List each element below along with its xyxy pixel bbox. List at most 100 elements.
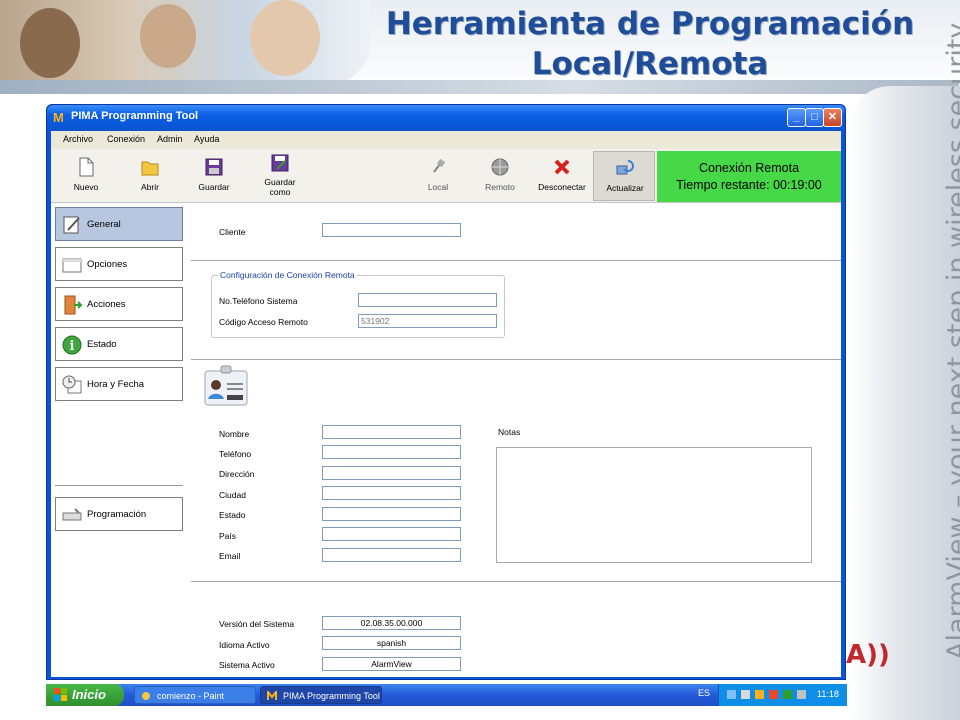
sistema-label: Sistema Activo — [219, 660, 275, 670]
notas-label: Notas — [498, 427, 521, 437]
notas-textarea[interactable] — [496, 447, 812, 563]
connection-status-panel: Conexión Remota Tiempo restante: 00:19:0… — [657, 151, 841, 202]
notebook-pen-icon — [63, 216, 80, 234]
telefono-sistema-input[interactable] — [358, 293, 497, 307]
guardar-button[interactable]: Guardar — [183, 151, 245, 201]
telefono-input[interactable] — [322, 445, 461, 459]
maximize-button[interactable]: □ — [805, 108, 824, 127]
disconnect-icon — [554, 159, 570, 175]
start-button[interactable]: Inicio — [46, 684, 124, 706]
toolbar: Nuevo Abrir Guardar Guardar como Local R… — [51, 149, 841, 203]
desconectar-button[interactable]: Desconectar — [531, 151, 593, 201]
pima-app-icon — [267, 691, 277, 700]
banner-photo — [0, 0, 370, 84]
ciudad-label: Ciudad — [219, 490, 246, 500]
telefono-label: Teléfono — [219, 449, 252, 459]
sistema-value: AlarmView — [322, 657, 461, 671]
start-label: Inicio — [72, 687, 106, 702]
nombre-label: Nombre — [219, 429, 250, 439]
window-titlebar[interactable]: M PIMA Programming Tool _ □ ✕ — [47, 105, 845, 131]
person-photo — [140, 4, 196, 68]
abrir-label: Abrir — [141, 182, 159, 192]
volume-icon[interactable] — [741, 690, 750, 699]
nav-acciones[interactable]: Acciones — [55, 287, 183, 321]
menu-ayuda[interactable]: Ayuda — [194, 134, 219, 144]
section-nav: General Opciones Acciones i Estado Hora … — [51, 203, 192, 677]
idioma-value: spanish — [322, 636, 461, 650]
guardar-como-button[interactable]: Guardar como — [249, 151, 311, 201]
local-button[interactable]: Local — [407, 151, 469, 201]
nav-estado-label: Estado — [87, 339, 117, 350]
menu-admin[interactable]: Admin — [157, 134, 183, 144]
cliente-input[interactable] — [322, 223, 461, 237]
section-divider — [191, 260, 841, 261]
tray-app-icon[interactable] — [755, 690, 764, 699]
brand-logo-icon: A)) — [846, 640, 890, 670]
menu-archivo[interactable]: Archivo — [63, 134, 93, 144]
estado-label: Estado — [219, 510, 246, 520]
time-remaining: Tiempo restante: 00:19:00 — [676, 178, 822, 192]
remoto-label: Remoto — [485, 182, 515, 192]
remoto-button[interactable]: Remoto — [469, 151, 531, 201]
svg-text:i: i — [70, 339, 75, 354]
version-value: 02.08.35.00.000 — [322, 616, 461, 630]
close-button[interactable]: ✕ — [823, 108, 842, 127]
door-exit-icon — [64, 295, 82, 315]
nav-programacion[interactable]: Programación — [55, 497, 183, 531]
remote-connection-group-title: Configuración de Conexión Remota — [218, 270, 357, 280]
info-icon: i — [62, 335, 82, 355]
menu-conexion[interactable]: Conexión — [107, 134, 145, 144]
options-window-icon — [62, 258, 82, 273]
connection-status: Conexión Remota — [698, 161, 800, 175]
actualizar-button[interactable]: Actualizar — [593, 151, 655, 201]
version-label: Versión del Sistema — [219, 619, 295, 629]
pima-app-icon: M — [53, 110, 64, 125]
section-divider — [191, 359, 841, 360]
nuevo-button[interactable]: Nuevo — [55, 151, 117, 201]
person-photo — [250, 0, 320, 76]
codigo-acceso-input[interactable]: 531902 — [358, 314, 497, 328]
globe-icon — [491, 158, 509, 176]
estado-input[interactable] — [322, 507, 461, 521]
nav-estado[interactable]: i Estado — [55, 327, 183, 361]
cliente-label: Cliente — [219, 227, 246, 237]
guardar-como-label: Guardar como — [264, 177, 296, 197]
nav-acciones-label: Acciones — [87, 299, 126, 310]
programming-icon — [62, 508, 82, 521]
pais-input[interactable] — [322, 527, 461, 541]
nombre-input[interactable] — [322, 425, 461, 439]
taskbar-item-label: comienzo - Paint — [157, 691, 225, 701]
window-client-area: Archivo Conexión Admin Ayuda Nuevo Abrir… — [51, 131, 841, 677]
windows-flag-icon — [54, 688, 67, 701]
actualizar-label: Actualizar — [606, 183, 644, 193]
nav-hora-fecha[interactable]: Hora y Fecha — [55, 367, 183, 401]
guardar-label: Guardar — [198, 182, 230, 192]
taskbar-item-pima[interactable]: PIMA Programming Tool — [260, 686, 382, 704]
language-indicator[interactable]: ES — [698, 688, 710, 698]
abrir-button[interactable]: Abrir — [119, 151, 181, 201]
refresh-icon — [616, 160, 634, 175]
slide-tagline: AlarmView – your next step in wireless s… — [942, 22, 960, 660]
nav-opciones[interactable]: Opciones — [55, 247, 183, 281]
tray-app-icon[interactable] — [797, 690, 806, 699]
network-icon[interactable] — [727, 690, 736, 699]
taskbar-item-paint[interactable]: comienzo - Paint — [134, 686, 256, 704]
taskbar-item-label: PIMA Programming Tool — [283, 691, 380, 701]
direccion-input[interactable] — [322, 466, 461, 480]
person-photo — [20, 8, 80, 78]
system-tray: 11:18 — [718, 684, 847, 706]
tray-app-icon[interactable] — [783, 690, 792, 699]
email-input[interactable] — [322, 548, 461, 562]
nav-opciones-label: Opciones — [87, 259, 128, 270]
nav-general[interactable]: General — [55, 207, 183, 241]
direccion-label: Dirección — [219, 469, 255, 479]
tray-app-icon[interactable] — [769, 690, 778, 699]
minimize-button[interactable]: _ — [787, 108, 806, 127]
app-window: M PIMA Programming Tool _ □ ✕ Archivo Co… — [46, 104, 846, 680]
contact-card-icon — [204, 365, 248, 406]
clock-calendar-icon — [62, 375, 82, 394]
ciudad-input[interactable] — [322, 486, 461, 500]
nuevo-label: Nuevo — [73, 182, 99, 192]
taskbar: Inicio comienzo - Paint PIMA Programming… — [46, 684, 847, 706]
menu-bar: Archivo Conexión Admin Ayuda — [51, 131, 841, 150]
